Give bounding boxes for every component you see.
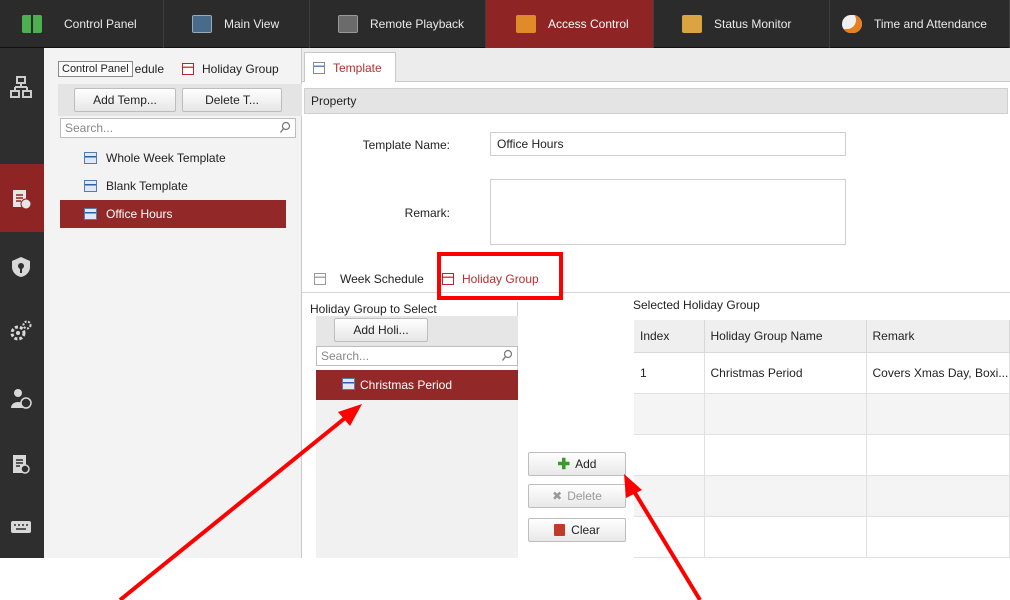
- tab-label: edule: [134, 62, 165, 76]
- clear-button[interactable]: Clear: [528, 518, 626, 542]
- template-icon: [84, 208, 97, 220]
- remote-playback-icon: [338, 15, 358, 33]
- search-placeholder: Search...: [321, 349, 370, 363]
- cell-name: Christmas Period: [704, 352, 867, 394]
- time-attendance-icon: [842, 15, 862, 33]
- tooltip: Control Panel: [58, 61, 133, 77]
- table-header-row: Index Holiday Group Name Remark: [634, 320, 1010, 353]
- table-row[interactable]: 1 Christmas Period Covers Xmas Day, Boxi…: [634, 352, 1010, 394]
- search-icon[interactable]: [501, 349, 513, 363]
- tab-week-schedule[interactable]: Control Panel edule: [58, 54, 164, 84]
- list-item-selected[interactable]: Christmas Period: [316, 370, 518, 400]
- holiday-search-input[interactable]: Search...: [316, 346, 518, 366]
- holiday-group-select-panel: Holiday Group to Select Add Holi... Sear…: [310, 302, 518, 558]
- button-label: Add: [575, 457, 597, 471]
- selected-holiday-table: Index Holiday Group Name Remark 1 Christ…: [634, 320, 1010, 558]
- nav-main-view[interactable]: Main View: [164, 0, 310, 48]
- delete-template-button[interactable]: Delete T...: [182, 88, 282, 112]
- keyboard-icon[interactable]: [10, 516, 32, 538]
- tab-label: Template: [333, 60, 382, 75]
- template-icon: [84, 180, 97, 192]
- nav-label: Control Panel: [64, 17, 137, 31]
- plus-icon: ✚: [557, 456, 571, 473]
- access-control-icon[interactable]: [10, 188, 32, 210]
- selected-group-title: Selected Holiday Group: [633, 298, 760, 312]
- remark-field[interactable]: [490, 179, 846, 245]
- trash-icon: [554, 524, 566, 536]
- nav-label: Time and Attendance: [874, 17, 987, 31]
- holiday-select-title: Holiday Group to Select: [310, 302, 437, 316]
- editor-tabstrip: Template: [302, 48, 1010, 82]
- settings-gears-icon[interactable]: [10, 320, 32, 342]
- table-row-empty: [634, 516, 1010, 558]
- list-item[interactable]: Whole Week Template: [60, 144, 286, 172]
- person-fingerprint-icon[interactable]: [10, 388, 32, 410]
- remark-label: Remark:: [404, 206, 450, 220]
- bottom-margin: [0, 558, 1010, 600]
- control-panel-icon: [22, 15, 42, 33]
- holiday-icon: [342, 378, 355, 390]
- search-placeholder: Search...: [65, 121, 114, 135]
- tab-label: Week Schedule: [340, 272, 424, 286]
- template-icon: [313, 61, 325, 74]
- nav-label: Access Control: [548, 17, 629, 31]
- tab-holiday-group[interactable]: Holiday Group: [182, 54, 279, 84]
- schedule-icon: [314, 273, 326, 285]
- cell-index: 1: [634, 352, 705, 394]
- column-header[interactable]: Remark: [866, 320, 1010, 353]
- list-item-label: Whole Week Template: [106, 151, 226, 165]
- list-item-label: Christmas Period: [360, 378, 453, 392]
- list-item[interactable]: Blank Template: [60, 172, 286, 200]
- add-holiday-button[interactable]: Add Holi...: [334, 318, 428, 342]
- nav-control-panel[interactable]: Control Panel: [0, 0, 164, 48]
- template-name-label: Template Name:: [362, 138, 450, 152]
- delete-x-icon: ✖: [552, 489, 563, 503]
- table-row-empty: [634, 475, 1010, 517]
- column-header[interactable]: Index: [634, 320, 705, 353]
- main-view-icon: [192, 15, 212, 33]
- left-icon-rail: [0, 48, 44, 600]
- nav-status-monitor[interactable]: Status Monitor: [654, 0, 830, 48]
- add-button[interactable]: ✚ Add: [528, 452, 626, 476]
- list-item-selected[interactable]: Office Hours: [60, 200, 286, 228]
- table-row-empty: [634, 434, 1010, 476]
- nav-label: Remote Playback: [370, 17, 465, 31]
- top-navigation-bar: Control Panel Main View Remote Playback …: [0, 0, 1010, 48]
- nav-access-control[interactable]: Access Control: [486, 0, 654, 48]
- tab-label: Holiday Group: [202, 62, 279, 76]
- template-editor: Template Property Template Name: Office …: [302, 48, 1010, 558]
- nav-label: Status Monitor: [714, 17, 792, 31]
- table-row-empty: [634, 393, 1010, 435]
- template-icon: [84, 152, 97, 164]
- template-list-panel: Control Panel edule Holiday Group Add Te…: [44, 48, 302, 558]
- button-label: Delete: [567, 489, 602, 503]
- search-record-icon[interactable]: [10, 454, 32, 476]
- column-header[interactable]: Holiday Group Name: [704, 320, 867, 353]
- highlight-box: [437, 252, 563, 300]
- template-search-input[interactable]: Search...: [60, 118, 296, 138]
- nav-time-attendance[interactable]: Time and Attendance: [830, 0, 1010, 48]
- security-icon[interactable]: [10, 256, 32, 278]
- button-label: Clear: [571, 523, 600, 537]
- nav-label: Main View: [224, 17, 280, 31]
- access-control-icon: [516, 15, 536, 33]
- property-header: Property: [304, 88, 1008, 114]
- nav-remote-playback[interactable]: Remote Playback: [310, 0, 486, 48]
- search-icon[interactable]: [279, 121, 291, 135]
- delete-button[interactable]: ✖ Delete: [528, 484, 626, 508]
- list-item-label: Blank Template: [106, 179, 188, 193]
- device-tree-icon[interactable]: [10, 76, 32, 98]
- list-item-label: Office Hours: [106, 207, 173, 221]
- add-template-button[interactable]: Add Temp...: [74, 88, 176, 112]
- status-monitor-icon: [682, 15, 702, 33]
- template-name-field[interactable]: Office Hours: [490, 132, 846, 156]
- cell-remark: Covers Xmas Day, Boxi...: [866, 352, 1010, 394]
- tab-week-schedule[interactable]: Week Schedule: [314, 266, 424, 292]
- divider: [302, 292, 1010, 293]
- holiday-group-list: Christmas Period: [316, 370, 518, 558]
- tab-template[interactable]: Template: [304, 52, 396, 82]
- holiday-group-icon: [182, 63, 194, 75]
